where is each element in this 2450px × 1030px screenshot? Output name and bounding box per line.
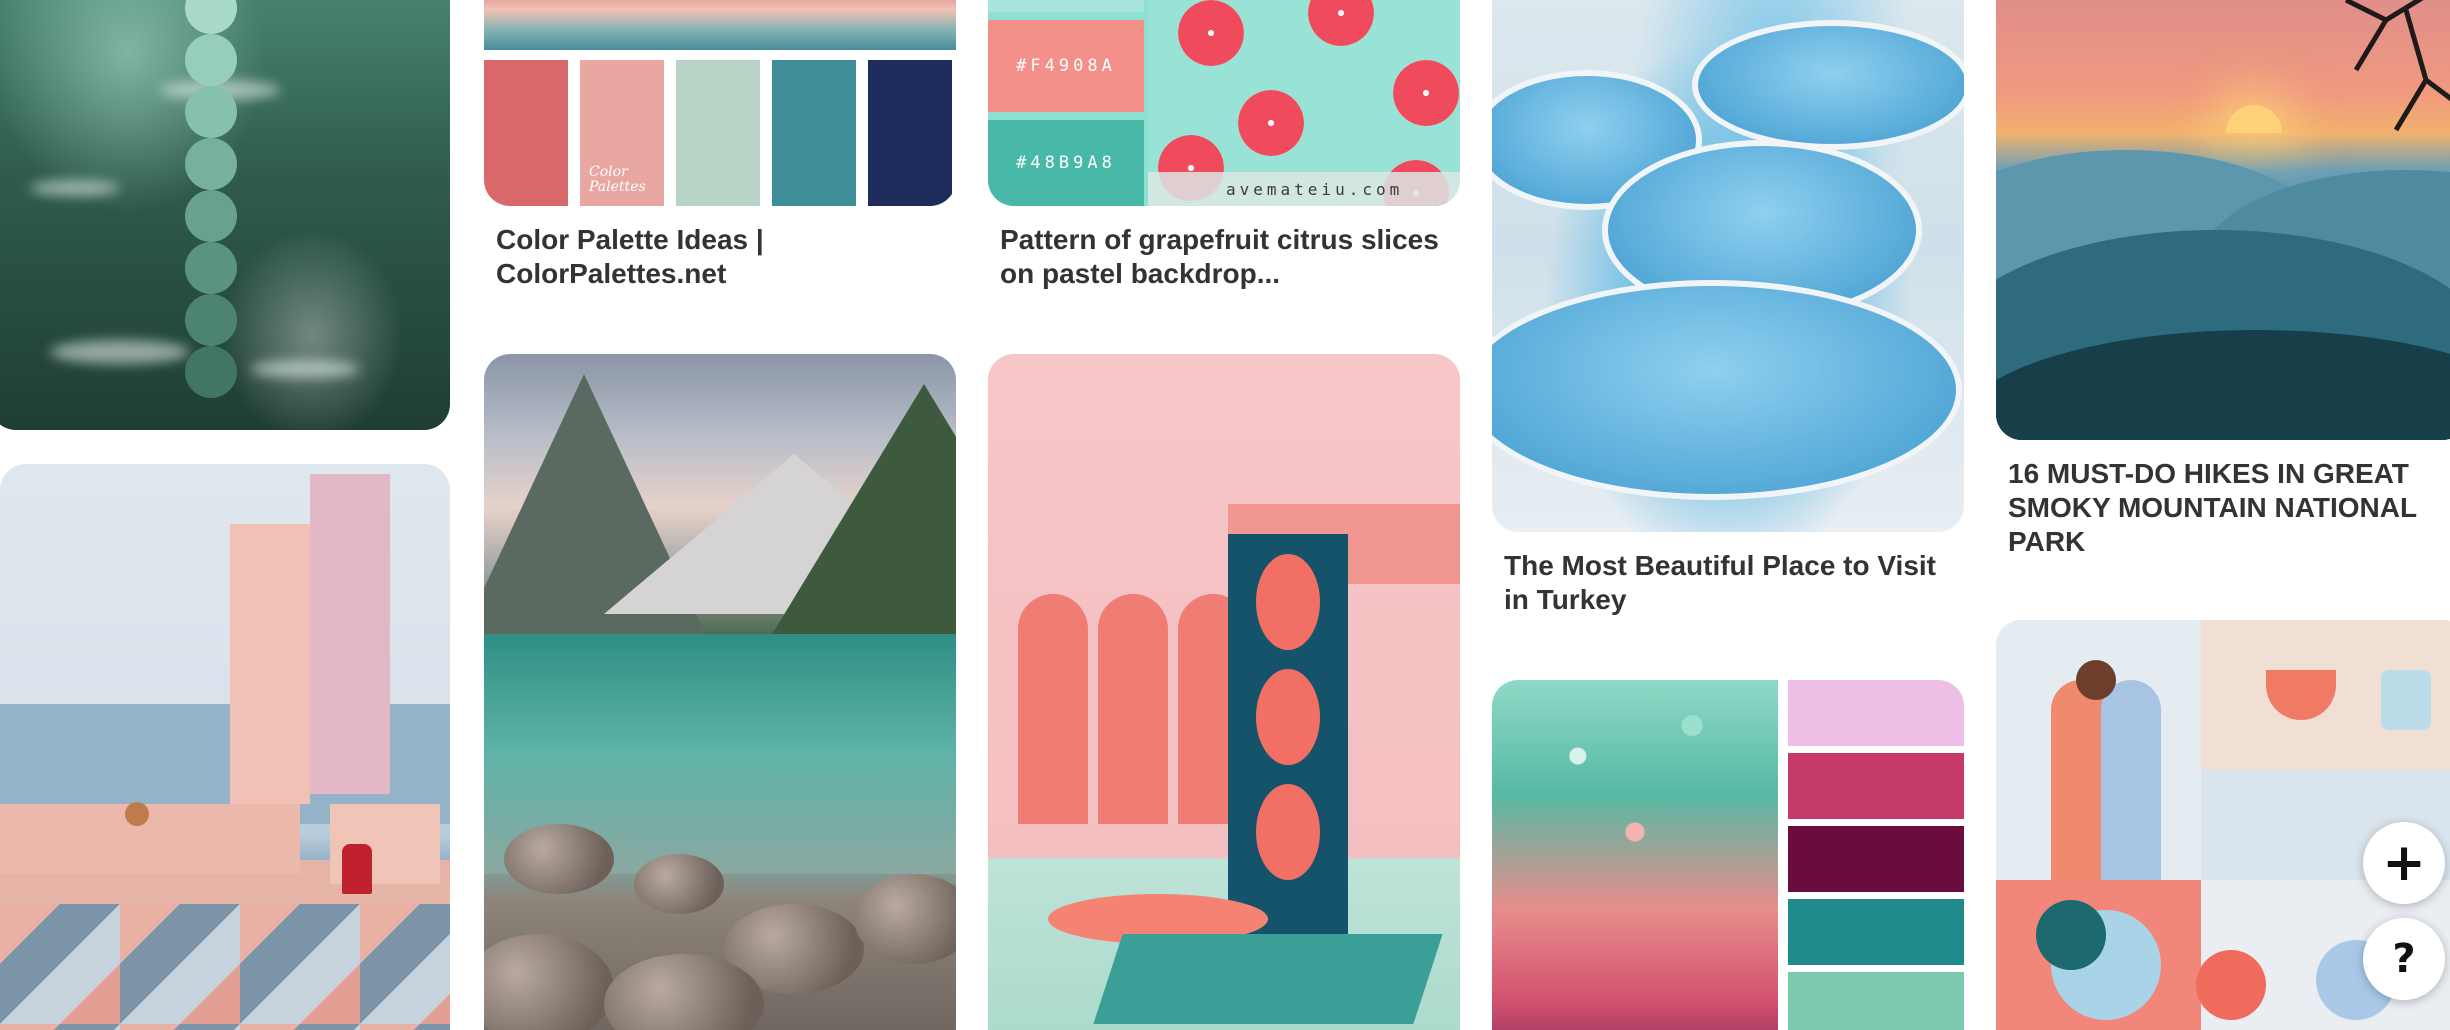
ocean-swatch-pin-image[interactable] — [0, 0, 450, 430]
wave-foam — [30, 180, 120, 196]
panel-hole — [1256, 554, 1320, 650]
color-dot — [185, 190, 237, 242]
arch — [1018, 594, 1088, 824]
rock — [634, 854, 724, 914]
pamukkale-pin-image[interactable] — [1492, 0, 1964, 532]
panel-hole — [1256, 784, 1320, 880]
add-pin-button[interactable]: + — [2363, 822, 2445, 904]
color-dot — [185, 86, 237, 138]
colorpalettes-logo: Color Palettes — [589, 164, 646, 195]
travertine-pool — [1692, 20, 1964, 150]
source-caption: avemateiu.com — [1226, 180, 1404, 199]
wave-foam — [50, 340, 190, 364]
color-dot — [185, 346, 237, 398]
arch — [1098, 594, 1168, 824]
coral-arches-pin-image[interactable] — [988, 354, 1460, 1030]
figure-head — [2076, 660, 2116, 700]
teal-circle — [2036, 900, 2106, 970]
hex-label-teal: #48B9A8 — [988, 120, 1144, 206]
geometric-floor — [0, 904, 450, 1030]
question-mark-icon: ? — [2392, 936, 2416, 982]
mountain-lake-pin-image[interactable] — [484, 354, 956, 1030]
palette-swatch — [676, 60, 760, 206]
glitter-swatch — [1788, 899, 1964, 965]
wave-foam — [250, 360, 360, 378]
grapefruit-slice — [1238, 90, 1304, 156]
coral-circle — [2196, 950, 2266, 1020]
glitter-swatch — [1788, 826, 1964, 892]
rock — [504, 824, 614, 894]
palette-swatch — [868, 60, 952, 206]
help-button[interactable]: ? — [2363, 918, 2445, 1000]
grapefruit-pattern-pin-image[interactable]: #F4908A #48B9A8 avemateiu.com — [988, 0, 1460, 206]
glitter-swatch — [1788, 972, 1964, 1030]
pin-title-smoky[interactable]: 16 MUST-DO HIKES IN GREAT SMOKY MOUNTAIN… — [2008, 457, 2448, 559]
grapefruit-slice — [1393, 60, 1459, 126]
pin-title-turkey[interactable]: The Most Beautiful Place to Visit in Tur… — [1504, 549, 1964, 617]
figure-right — [2101, 680, 2161, 890]
color-dot — [185, 34, 237, 86]
color-dot — [185, 0, 237, 34]
glass-jar — [2381, 670, 2431, 730]
glitter-palette-pin-image[interactable] — [1492, 680, 1964, 1030]
red-chair — [342, 844, 372, 894]
pin-title-grapefruit[interactable]: Pattern of grapefruit citrus slices on p… — [1000, 223, 1460, 291]
pink-tower — [230, 524, 310, 804]
panel-hole — [1256, 669, 1320, 765]
lilac-tower — [310, 474, 390, 794]
rock — [854, 874, 956, 964]
tree-branch-silhouette — [2344, 0, 2450, 132]
smoky-mountain-pin-image[interactable] — [1996, 0, 2450, 440]
palette-photo — [484, 0, 956, 50]
setting-sun — [2226, 105, 2282, 133]
palette-swatch — [772, 60, 856, 206]
teal-step — [1093, 934, 1443, 1024]
clay-pot — [125, 802, 149, 826]
rock — [484, 934, 614, 1030]
plus-icon: + — [2382, 833, 2426, 893]
palette-swatch — [484, 60, 568, 206]
grapefruit-slice — [1178, 0, 1244, 66]
glitter-photo — [1492, 680, 1778, 1030]
travertine-pool — [1492, 280, 1962, 500]
mountain-right — [754, 384, 956, 664]
color-dot — [185, 294, 237, 346]
pink-architecture-pin-image[interactable] — [0, 464, 450, 1030]
hex-label-coral: #F4908A — [988, 20, 1144, 112]
color-dot — [185, 242, 237, 294]
top-tile — [988, 0, 1144, 12]
color-palette-pin-image[interactable]: Color Palettes — [484, 0, 956, 206]
low-wall — [0, 804, 300, 874]
glitter-swatch — [1788, 680, 1964, 746]
glitter-swatch — [1788, 753, 1964, 819]
pin-title-color-palette[interactable]: Color Palette Ideas | ColorPalettes.net — [496, 223, 956, 291]
color-dot — [185, 138, 237, 190]
